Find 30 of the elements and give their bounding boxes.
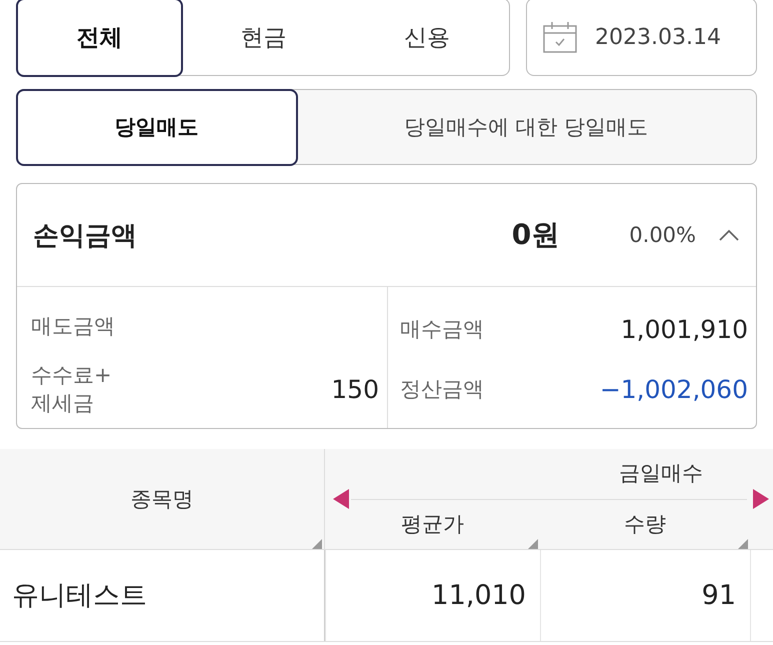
summary-value: 150 xyxy=(331,374,379,404)
collapse-toggle[interactable] xyxy=(718,228,740,242)
column-header: 수량 xyxy=(624,510,666,538)
column-header: 평균가 xyxy=(401,510,464,538)
scroll-left-button[interactable] xyxy=(333,488,349,509)
summary-label: 매수금액 xyxy=(400,316,484,344)
summary-label: 수수료+ 제세금 xyxy=(31,362,112,418)
scroll-right-button[interactable] xyxy=(753,488,769,509)
profit-rate: 0.00% xyxy=(629,223,696,247)
trade-tab[interactable]: 당일매수에 대한 당일매도 xyxy=(296,90,756,164)
account-tab[interactable]: 현금 xyxy=(182,0,346,75)
sort-icon[interactable] xyxy=(736,538,748,549)
table-cell: 91 xyxy=(540,550,750,641)
column-group-header: 금일매수 xyxy=(619,460,703,487)
summary-label: 정산금액 xyxy=(400,376,484,404)
calendar-icon xyxy=(543,21,577,53)
sort-icon[interactable] xyxy=(310,538,322,549)
sort-icon[interactable] xyxy=(526,538,538,549)
table-cell: 유니테스트 xyxy=(0,550,325,641)
summary-title: 손익금액 xyxy=(33,220,138,252)
summary-value: −1,002,060 xyxy=(600,374,748,404)
table-cell: 11,010 xyxy=(325,550,540,641)
summary-label: 매도금액 xyxy=(31,312,115,340)
column-header: 종목명 xyxy=(130,486,194,513)
trade-tab[interactable]: 당일매도 xyxy=(16,88,298,166)
account-tab[interactable]: 전체 xyxy=(16,0,184,76)
summary-value: 1,001,910 xyxy=(620,314,748,344)
date-picker[interactable]: 2023.03.14 xyxy=(526,0,757,76)
profit-amount: 0원 xyxy=(512,217,560,253)
account-tab[interactable]: 신용 xyxy=(345,0,510,75)
